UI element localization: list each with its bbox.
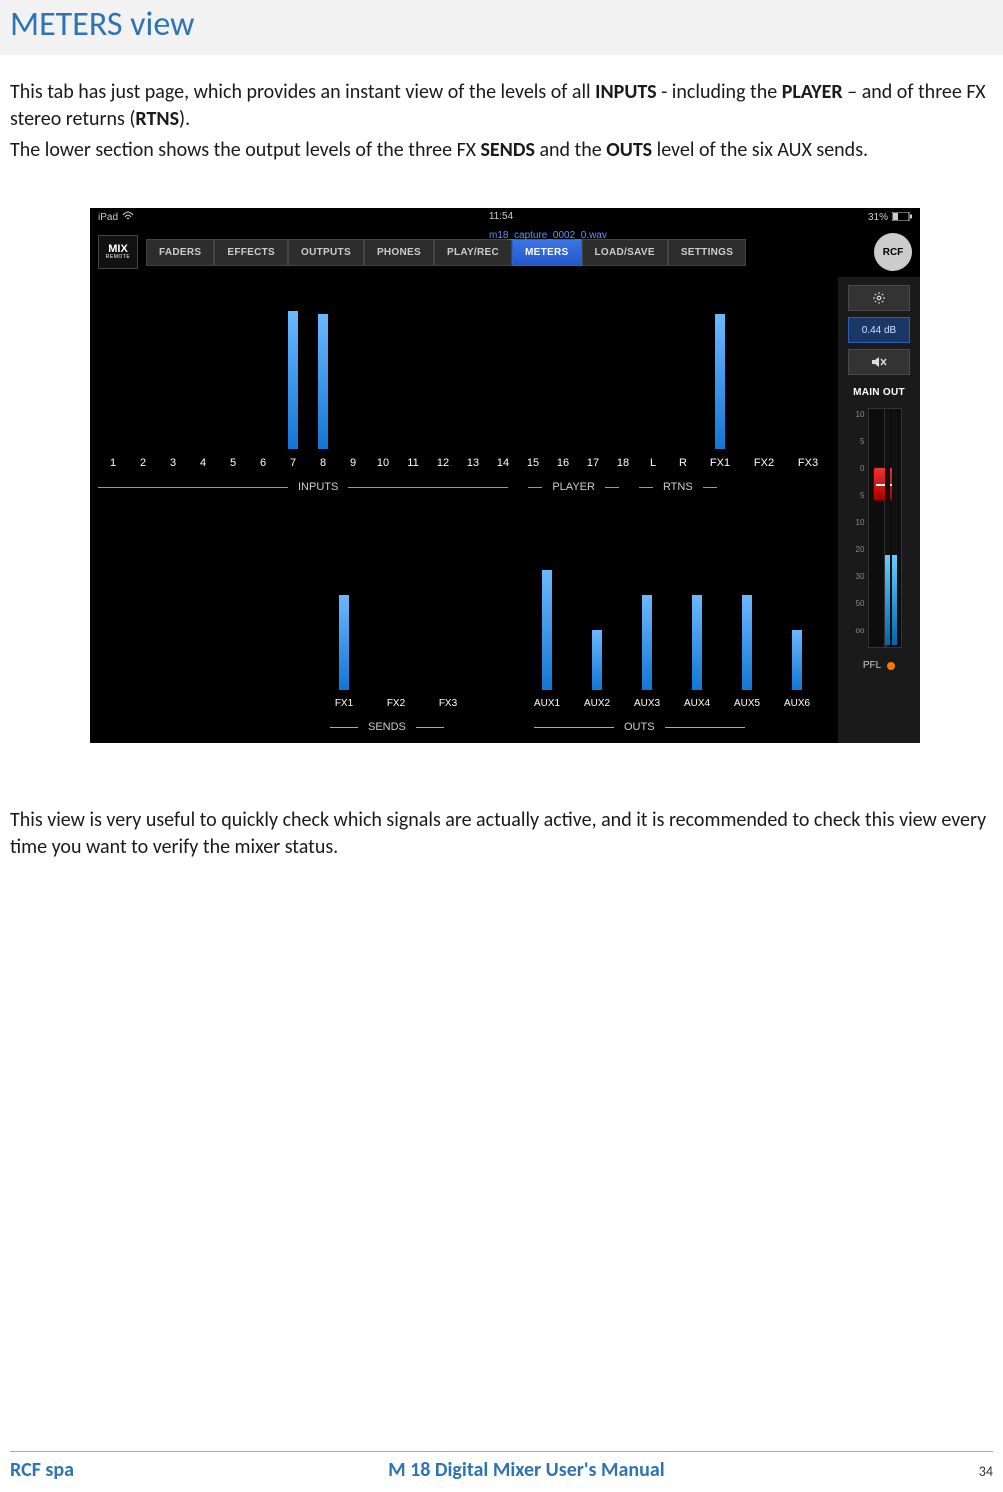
main-out-meters [885,409,897,645]
nav-tab-settings[interactable]: SETTINGS [668,239,746,266]
group-sends-label: SENDS [358,721,416,733]
pfl-dot-icon [887,662,895,670]
nav-tab-phones[interactable]: PHONES [364,239,434,266]
brand-logo: RCF [874,233,912,271]
footer-left: RCF spa [10,1458,74,1482]
meter-16: 16 [548,269,578,469]
meter-1: 1 [98,269,128,469]
nav-tab-meters[interactable]: METERS [512,239,581,266]
gear-icon [872,291,886,305]
body-paragraphs: This tab has just page, which provides a… [0,55,1003,164]
footer-page-number: 34 [979,1463,993,1480]
send-meter-fx2: FX2 [370,500,422,709]
main-out-fader[interactable] [868,408,902,648]
meter-13: 13 [458,269,488,469]
meter-11: 11 [398,269,428,469]
p2d: OUTS [606,138,652,162]
out-meter-aux1: AUX1 [522,500,572,709]
p2b: SENDS [480,138,534,162]
meter-12: 12 [428,269,458,469]
nav-tab-effects[interactable]: EFFECTS [214,239,288,266]
meter-14: 14 [488,269,518,469]
out-meter-aux5: AUX5 [722,500,772,709]
out-meter-aux4: AUX4 [672,500,722,709]
nav-tabs: FADERSEFFECTSOUTPUTSPHONESPLAY/RECMETERS… [146,239,746,266]
meter-18: 18 [608,269,638,469]
send-meter-fx3: FX3 [422,500,474,709]
speaker-mute-icon [871,356,887,368]
outs-meters-row: AUX1AUX2AUX3AUX4AUX5AUX6 [522,519,822,709]
page-footer: RCF spa M 18 Digital Mixer User's Manual… [0,1451,1003,1482]
meter-fx3: FX3 [786,269,830,469]
p1g: ). [179,107,190,131]
meter-7: 7 [278,269,308,469]
wifi-icon [122,211,134,224]
footer-center: M 18 Digital Mixer User's Manual [388,1458,665,1482]
nav-tab-playrec[interactable]: PLAY/REC [434,239,512,266]
p1f: RTNS [135,107,179,131]
p1c: - including the [657,80,782,104]
group-rtns-label: RTNS [653,481,703,493]
sends-meters-row: FX1FX2FX3 [318,519,474,709]
filename-label: m18_capture_0002_0.wav [489,230,607,241]
meter-5: 5 [218,269,248,469]
main-out-label: MAIN OUT [853,387,905,398]
sidebar: 0.44 dB MAIN OUT 1050510203050oo [838,277,920,743]
meter-3: 3 [158,269,188,469]
meter-17: 17 [578,269,608,469]
meter-6: 6 [248,269,278,469]
nav-tab-faders[interactable]: FADERS [146,239,214,266]
body-paragraph-3: This view is very useful to quickly chec… [0,783,1003,861]
gain-button[interactable]: 0.44 dB [848,317,910,343]
settings-gear-button[interactable] [848,285,910,311]
p2c: and the [535,138,606,162]
page-title: METERS view [10,4,993,45]
group-player-label: PLAYER [542,481,605,493]
meter-15: 15 [518,269,548,469]
pfl-indicator: PFL [863,660,895,671]
battery-icon [892,212,912,224]
meter-r: R [668,269,698,469]
battery-pct: 31% [868,212,888,223]
meter-8: 8 [308,269,338,469]
p2a: The lower section shows the output level… [10,138,480,162]
send-meter-fx1: FX1 [318,500,370,709]
out-meter-aux3: AUX3 [622,500,672,709]
meter-4: 4 [188,269,218,469]
fader-scale: 1050510203050oo [856,408,865,635]
meter-fx1: FX1 [698,269,742,469]
group-outs-label: OUTS [614,721,665,733]
meter-9: 9 [338,269,368,469]
out-meter-aux6: AUX6 [772,500,822,709]
p1a: This tab has just page, which provides a… [10,80,595,104]
device-label: iPad [98,212,118,223]
mute-button[interactable] [848,349,910,375]
p1d: PLAYER [782,80,843,104]
ipad-statusbar: iPad 11:54 31% [90,208,920,227]
meter-l: L [638,269,668,469]
upper-meters-row: 123456789101112131415161718LRFX1FX2FX3 [98,289,830,469]
out-meter-aux2: AUX2 [572,500,622,709]
meter-2: 2 [128,269,158,469]
meter-fx2: FX2 [742,269,786,469]
clock-time: 11:54 [489,211,513,224]
p1b: INPUTS [595,80,656,104]
app-screenshot: iPad 11:54 31% m18_capture_0002_0.wav MI… [90,208,920,743]
nav-tab-loadsave[interactable]: LOAD/SAVE [582,239,668,266]
meter-10: 10 [368,269,398,469]
group-inputs-label: INPUTS [288,481,348,493]
nav-tab-outputs[interactable]: OUTPUTS [288,239,364,266]
app-logo: MIX REMOTE [98,235,138,269]
p2e: level of the six AUX sends. [652,138,868,162]
